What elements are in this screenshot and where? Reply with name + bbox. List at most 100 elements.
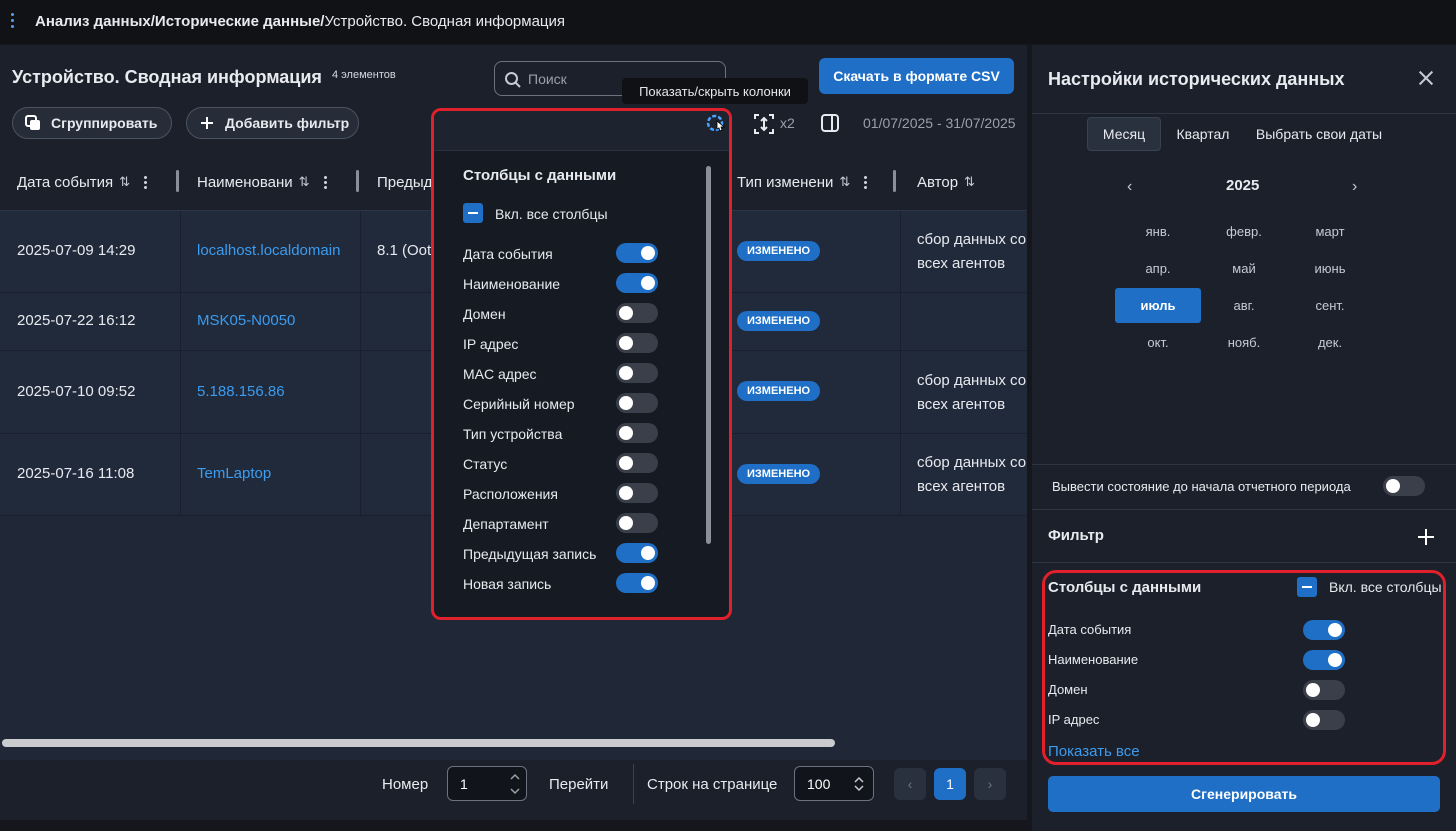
month-option[interactable]: авг. [1201, 288, 1287, 323]
add-filter-button[interactable]: Добавить фильтр [186, 107, 359, 139]
status-badge: ИЗМЕНЕНО [737, 464, 821, 484]
dropdown-header [434, 111, 729, 151]
add-filter-label: Добавить фильтр [225, 115, 350, 131]
filter-label: Фильтр [1048, 527, 1104, 544]
row-height-icon[interactable] [753, 113, 775, 140]
download-csv-button[interactable]: Скачать в формате CSV [819, 58, 1014, 94]
state-before-period-toggle[interactable] [1383, 476, 1425, 496]
panel-title: Настройки исторических данных [1048, 69, 1345, 89]
rows-per-page-value[interactable] [807, 776, 847, 792]
column-divider [180, 211, 181, 515]
rows-per-page-select[interactable] [794, 766, 874, 801]
rows-per-page-label: Строк на странице [647, 776, 778, 793]
columns-dropdown: Столбцы с данными Вкл. все столбцы Дата … [431, 108, 732, 620]
generate-button[interactable]: Сгенерировать [1048, 776, 1440, 812]
stepper-arrows-icon[interactable] [510, 772, 520, 796]
menu-dots-icon[interactable] [9, 13, 15, 31]
column-option-toggle[interactable] [616, 273, 658, 293]
select-all-label[interactable]: Вкл. все столбцы [495, 206, 608, 222]
next-year-chevron-icon[interactable]: › [1352, 178, 1357, 196]
month-option[interactable]: нояб. [1201, 325, 1287, 360]
header-prev[interactable]: Предыд [377, 153, 437, 211]
column-option-label: Тип устройства [463, 426, 563, 442]
dropdown-scrollbar[interactable] [706, 166, 711, 544]
sort-icon[interactable]: ⇅ [964, 174, 975, 190]
cell-name-link[interactable]: 5.188.156.86 [197, 383, 285, 400]
group-button[interactable]: Сгруппировать [12, 107, 172, 139]
column-resizer[interactable] [176, 170, 179, 192]
month-option[interactable]: март [1287, 214, 1373, 249]
column-menu-icon[interactable] [864, 175, 868, 189]
column-option-toggle[interactable] [616, 333, 658, 353]
month-option[interactable]: дек. [1287, 325, 1373, 360]
column-resizer[interactable] [893, 170, 896, 192]
date-range: 01/07/2025 - 31/07/2025 [863, 115, 1016, 131]
header-name[interactable]: Наименовани ⇅ [197, 153, 357, 211]
select-arrows-icon [854, 777, 864, 791]
tab-month[interactable]: Месяц [1087, 117, 1161, 151]
column-option-label: Расположения [463, 486, 558, 502]
columns-settings-gear-icon[interactable] [705, 113, 727, 135]
column-option-label: Департамент [463, 516, 549, 532]
header-type[interactable]: Тип изменени ⇅ [737, 153, 887, 211]
column-option-toggle[interactable] [616, 483, 658, 503]
status-badge: ИЗМЕНЕНО [737, 381, 821, 401]
status-badge: ИЗМЕНЕНО [737, 241, 821, 261]
month-option[interactable]: сент. [1287, 288, 1373, 323]
column-option-toggle[interactable] [616, 573, 658, 593]
close-icon[interactable] [1417, 69, 1435, 87]
divider [1032, 509, 1456, 510]
cell-name-link[interactable]: TemLaptop [197, 465, 271, 482]
columns-tooltip: Показать/скрыть колонки [622, 78, 808, 104]
side-panel-toggle-icon[interactable] [820, 113, 840, 138]
column-resizer[interactable] [356, 170, 359, 192]
column-option-toggle[interactable] [616, 513, 658, 533]
month-option[interactable]: окт. [1115, 325, 1201, 360]
page-number-label: Номер [382, 776, 429, 793]
cell-date: 2025-07-10 09:52 [17, 383, 136, 400]
cell-date: 2025-07-09 14:29 [17, 242, 136, 259]
month-option[interactable]: янв. [1115, 214, 1201, 249]
cell-name-link[interactable]: localhost.localdomain [197, 242, 355, 259]
search-icon [505, 72, 521, 88]
month-option[interactable]: апр. [1115, 251, 1201, 286]
prev-page-button[interactable]: ‹ [894, 768, 926, 800]
column-option-label: Домен [463, 306, 506, 322]
column-option-toggle[interactable] [616, 543, 658, 563]
column-option-toggle[interactable] [616, 453, 658, 473]
sort-icon[interactable]: ⇅ [839, 174, 850, 190]
cell-author-line2: всех агентов [917, 478, 1006, 495]
go-button[interactable]: Перейти [549, 776, 608, 793]
sort-icon[interactable]: ⇅ [299, 174, 310, 190]
column-option-toggle[interactable] [616, 363, 658, 383]
column-option-label: Наименование [463, 276, 561, 292]
column-menu-icon[interactable] [323, 175, 327, 189]
cell-name-link[interactable]: MSK05-N0050 [197, 312, 295, 329]
column-option-toggle[interactable] [616, 243, 658, 263]
prev-year-chevron-icon[interactable]: ‹ [1127, 178, 1132, 196]
select-all-checkbox[interactable] [463, 203, 483, 223]
highlight-frame [1042, 570, 1446, 765]
breadcrumb-parent[interactable]: Анализ данных/Исторические данные/ [35, 13, 324, 30]
page-1-button[interactable]: 1 [934, 768, 966, 800]
next-page-button[interactable]: › [974, 768, 1006, 800]
month-option[interactable]: февр. [1201, 214, 1287, 249]
column-option-toggle[interactable] [616, 303, 658, 323]
page-number-input[interactable] [460, 776, 500, 792]
add-filter-plus-icon[interactable] [1418, 529, 1434, 545]
sort-icon[interactable]: ⇅ [119, 174, 130, 190]
month-option[interactable]: июль [1115, 288, 1201, 323]
month-option[interactable]: май [1201, 251, 1287, 286]
column-option-toggle[interactable] [616, 393, 658, 413]
tab-custom-dates[interactable]: Выбрать свои даты [1251, 117, 1387, 151]
month-option[interactable]: июнь [1287, 251, 1373, 286]
year-label: 2025 [1226, 177, 1260, 194]
horizontal-scrollbar[interactable] [2, 739, 835, 747]
column-option-toggle[interactable] [616, 423, 658, 443]
page-number-stepper[interactable] [447, 766, 527, 801]
tab-quarter[interactable]: Квартал [1167, 117, 1239, 151]
header-author[interactable]: Автор ⇅ [917, 153, 1027, 211]
header-date[interactable]: Дата события ⇅ [17, 153, 177, 211]
cell-author-line2: всех агентов [917, 396, 1006, 413]
column-menu-icon[interactable] [144, 175, 148, 189]
